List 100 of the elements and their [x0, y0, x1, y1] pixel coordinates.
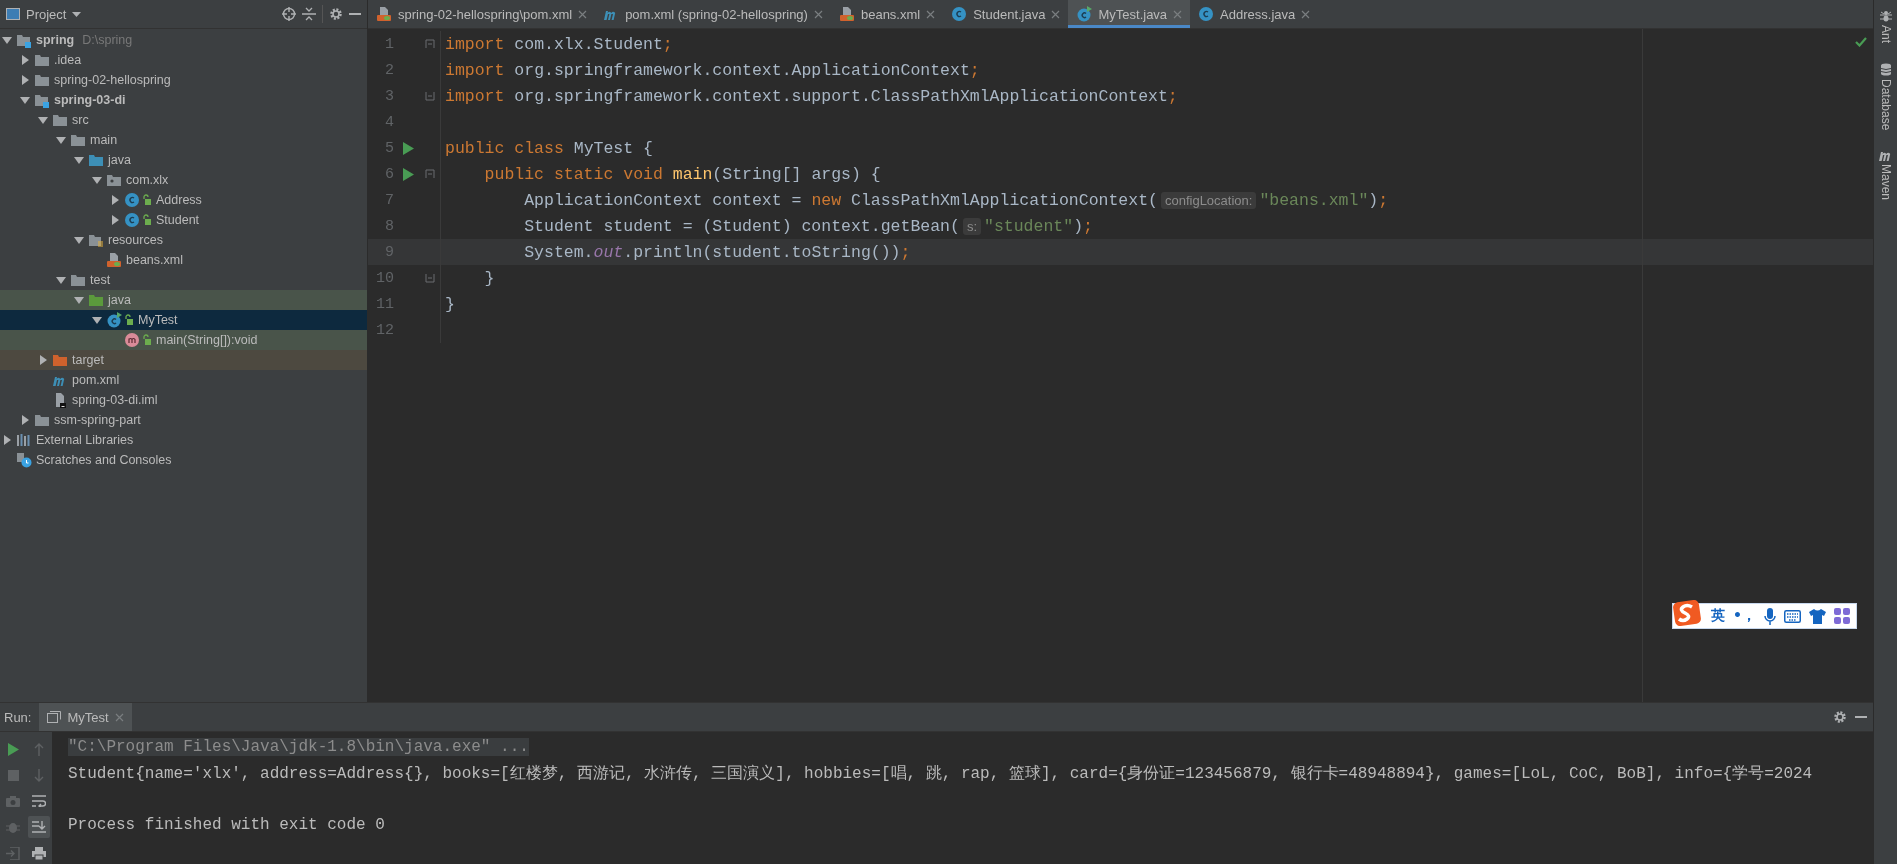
ant-icon: [1879, 10, 1892, 22]
xml-file-icon: [838, 6, 855, 22]
console-icon: [47, 711, 62, 723]
tree-item[interactable]: Scratches and Consoles: [0, 450, 367, 470]
punctuation-mode[interactable]: •，: [1733, 607, 1756, 625]
collapsed-arrow-icon[interactable]: [110, 195, 120, 205]
collapse-all-icon[interactable]: [302, 7, 316, 21]
expanded-arrow-icon[interactable]: [74, 235, 84, 245]
expanded-arrow-icon[interactable]: [92, 315, 102, 325]
package-icon: [106, 172, 122, 188]
expanded-arrow-icon[interactable]: [74, 295, 84, 305]
class-icon: [1198, 6, 1215, 22]
run-tab[interactable]: MyTest: [39, 703, 132, 731]
line-number: 8: [384, 217, 394, 235]
tree-item[interactable]: spring-02-hellospring: [0, 70, 367, 90]
database-icon: [1879, 63, 1892, 76]
folder-icon: [52, 352, 68, 368]
tree-item[interactable]: target: [0, 350, 367, 370]
expanded-arrow-icon[interactable]: [56, 275, 66, 285]
line-number: 11: [375, 295, 394, 313]
line-number: 1: [384, 35, 394, 53]
language-mode[interactable]: 英: [1711, 607, 1725, 625]
collapsed-arrow-icon[interactable]: [110, 215, 120, 225]
settings-icon[interactable]: [1833, 710, 1847, 724]
editor-tab[interactable]: pom.xml (spring-02-hellospring): [595, 0, 831, 28]
tree-item[interactable]: .idea: [0, 50, 367, 70]
close-icon[interactable]: [578, 9, 588, 19]
code-line: System.out.println(student.toString());: [523, 242, 911, 262]
folder-icon: [70, 132, 86, 148]
tree-item[interactable]: test: [0, 270, 367, 290]
tree-item[interactable]: com.xlx: [0, 170, 367, 190]
collapsed-arrow-icon[interactable]: [20, 415, 30, 425]
expanded-arrow-icon[interactable]: [56, 135, 66, 145]
expanded-arrow-icon[interactable]: [92, 175, 102, 185]
line-number: 7: [384, 191, 394, 209]
editor-tab[interactable]: beans.xml: [830, 0, 944, 28]
shirt-icon[interactable]: [1808, 608, 1826, 624]
code-line: import org.springframework.context.support.ClassPathXmlApplicationContext;: [444, 86, 1178, 106]
method-icon: [124, 332, 140, 348]
run-icon[interactable]: [7, 742, 19, 756]
expanded-arrow-icon[interactable]: [74, 155, 84, 165]
tool-window-button[interactable]: Maven: [1878, 150, 1893, 201]
close-icon[interactable]: [1301, 9, 1311, 19]
folder-icon: [88, 152, 104, 168]
expanded-arrow-icon[interactable]: [20, 95, 30, 105]
grid-icon[interactable]: [1833, 608, 1850, 624]
tree-item[interactable]: beans.xml: [0, 250, 367, 270]
collapsed-arrow-icon[interactable]: [2, 435, 12, 445]
editor-tab[interactable]: spring-02-hellospring\pom.xml: [368, 0, 596, 28]
run-icon[interactable]: [402, 167, 414, 181]
editor-tab[interactable]: Address.java: [1190, 0, 1319, 28]
tool-window-button[interactable]: Ant: [1878, 10, 1893, 43]
dropdown-caret-icon[interactable]: [72, 11, 82, 17]
folder-icon: [34, 72, 50, 88]
tree-item[interactable]: java: [0, 150, 367, 170]
close-icon[interactable]: [1051, 9, 1061, 19]
panel-title: Run:: [4, 709, 32, 725]
ime-logo-icon[interactable]: [1673, 600, 1703, 626]
tree-item[interactable]: spring D:\spring: [0, 30, 367, 50]
tree-item[interactable]: src: [0, 110, 367, 130]
tree-item[interactable]: resources: [0, 230, 367, 250]
tree-item[interactable]: main: [0, 130, 367, 150]
test-class-icon: [106, 312, 122, 328]
tree-item[interactable]: MyTest: [0, 310, 367, 330]
tree-item[interactable]: Address: [0, 190, 367, 210]
lock-icon: [142, 194, 152, 206]
panel-title[interactable]: Project: [26, 6, 67, 22]
run-icon[interactable]: [402, 141, 414, 155]
tree-item[interactable]: Student: [0, 210, 367, 230]
editor-tab[interactable]: Student.java: [943, 0, 1069, 28]
print-icon[interactable]: [32, 846, 46, 860]
tree-item[interactable]: spring-03-di.iml: [0, 390, 367, 410]
tree-item[interactable]: pom.xml: [0, 370, 367, 390]
tree-item[interactable]: java: [0, 290, 367, 310]
tree-item[interactable]: main(String[]):void: [0, 330, 367, 350]
code-line: import com.xlx.Student;: [444, 34, 673, 54]
keyboard-icon[interactable]: [1783, 609, 1801, 623]
folder-icon: [88, 292, 104, 308]
editor-tab[interactable]: MyTest.java: [1068, 0, 1191, 28]
expanded-arrow-icon[interactable]: [38, 115, 48, 125]
collapsed-arrow-icon[interactable]: [20, 75, 30, 85]
tree-item[interactable]: ssm-spring-part: [0, 410, 367, 430]
close-icon[interactable]: [926, 9, 936, 19]
collapsed-arrow-icon[interactable]: [38, 355, 48, 365]
soft-wrap-icon[interactable]: [32, 795, 46, 807]
line-number: 3: [384, 87, 394, 105]
settings-icon[interactable]: [329, 7, 343, 21]
scroll-to-end-icon: [32, 820, 46, 834]
close-icon[interactable]: [813, 9, 823, 19]
line-number: 4: [384, 113, 394, 131]
expanded-arrow-icon[interactable]: [2, 35, 12, 45]
scroll-to-end-button[interactable]: [28, 816, 50, 838]
microphone-icon[interactable]: [1763, 607, 1776, 625]
collapsed-arrow-icon[interactable]: [20, 55, 30, 65]
tool-window-button[interactable]: Database: [1878, 63, 1893, 131]
module-folder-icon: [34, 92, 50, 108]
tree-item[interactable]: External Libraries: [0, 430, 367, 450]
locate-icon[interactable]: [282, 7, 296, 21]
class-icon: [124, 192, 140, 208]
tree-item[interactable]: spring-03-di: [0, 90, 367, 110]
